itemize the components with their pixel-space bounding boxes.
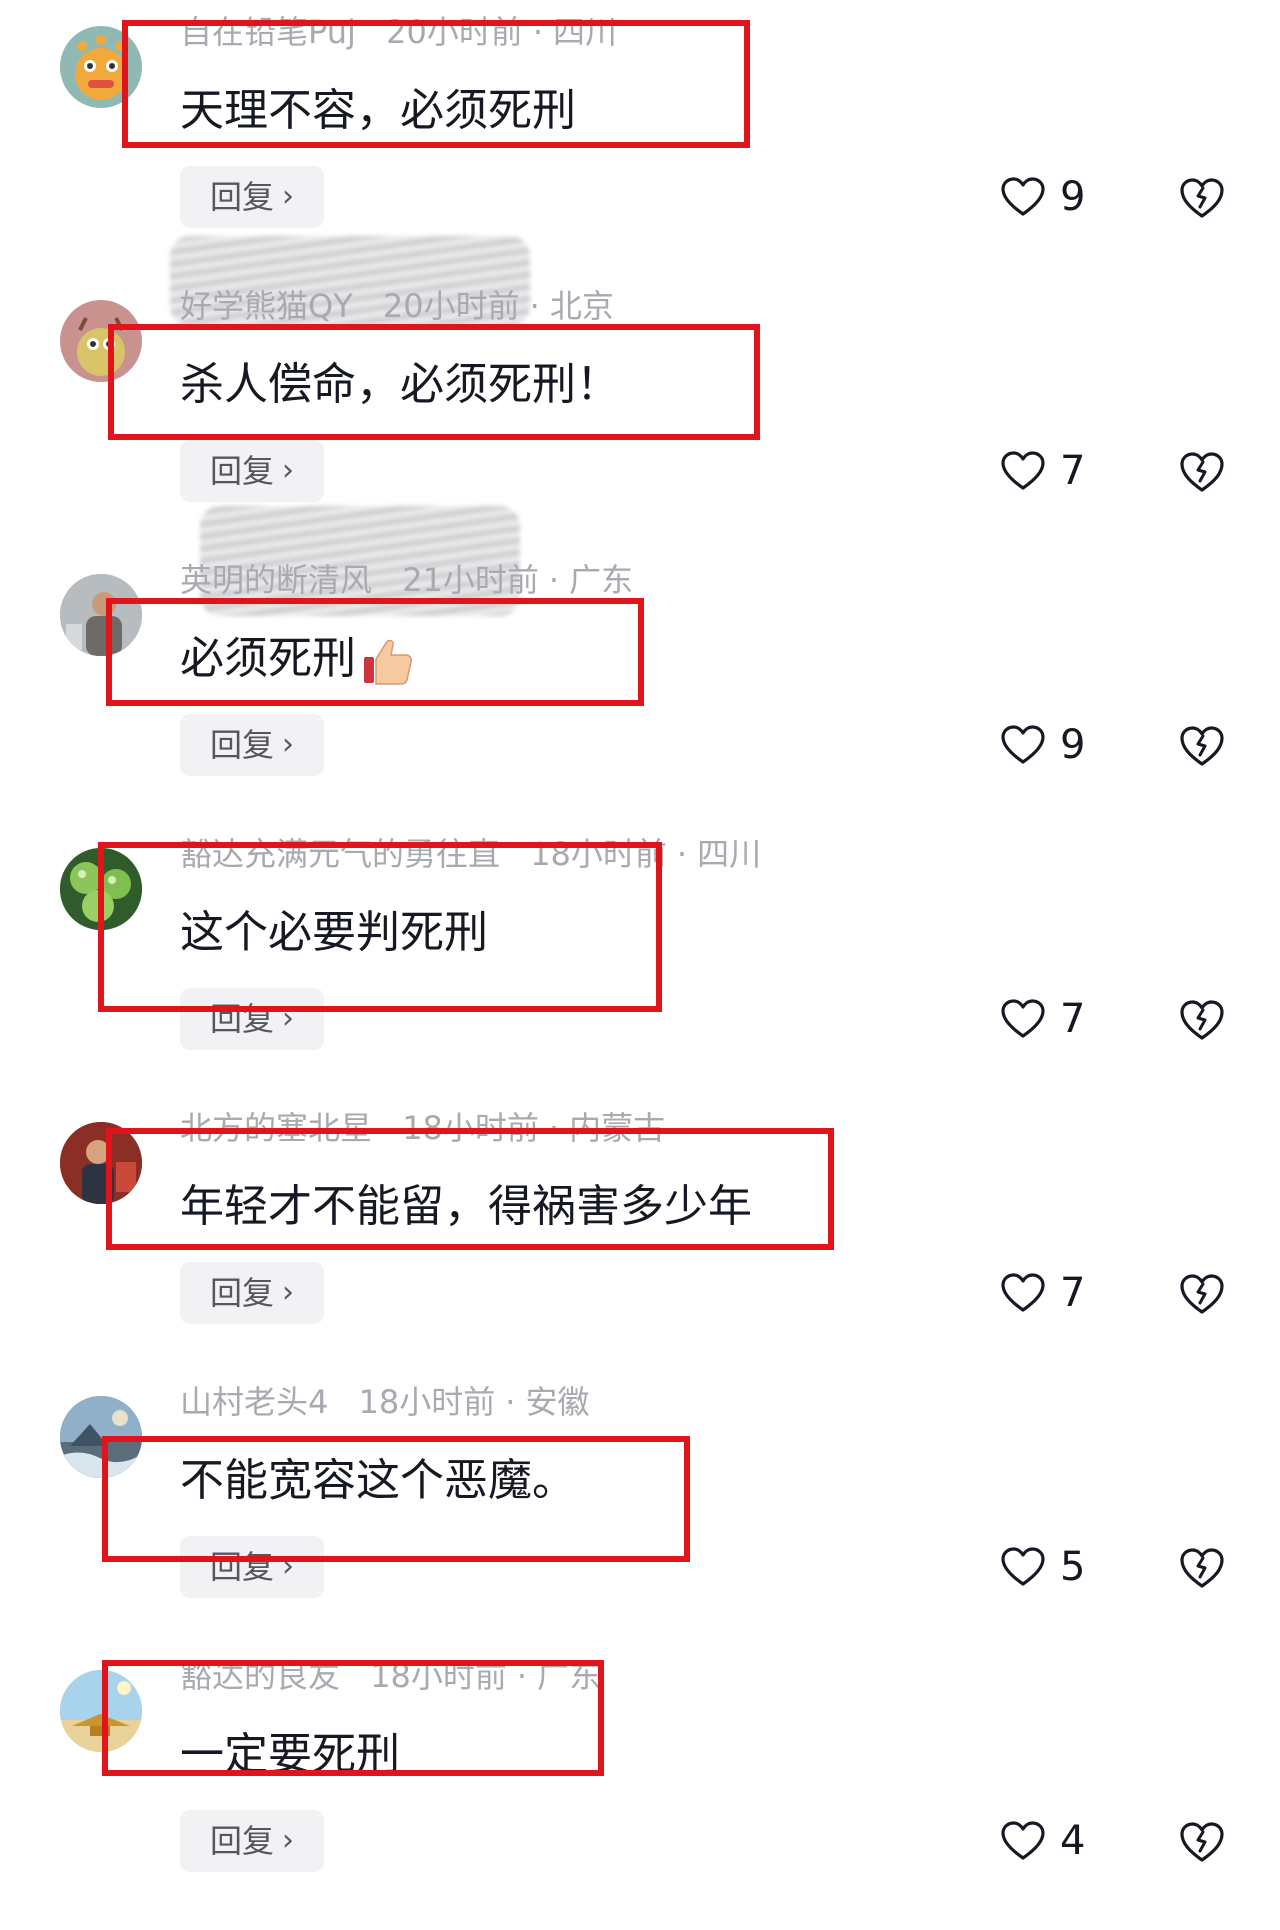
chevron-right-icon: › [282, 727, 294, 762]
chevron-right-icon: › [282, 1275, 294, 1310]
heart-outline-icon [1000, 1820, 1046, 1862]
heart-outline-icon [1000, 176, 1046, 218]
highlight-box [102, 1660, 604, 1776]
heart-outline-icon [1000, 724, 1046, 766]
like-count: 9 [1060, 722, 1086, 768]
highlight-box [102, 1436, 690, 1562]
like-button[interactable]: 7 [1000, 994, 1085, 1044]
username[interactable]: 英明的断清风 [180, 561, 372, 599]
like-button[interactable]: 9 [1000, 720, 1085, 770]
reply-label: 回复 [209, 726, 274, 764]
heart-outline-icon [1000, 1272, 1046, 1314]
comment-location: 安徽 [525, 1383, 590, 1421]
comment-meta: 山村老头4 18小时前 · 安徽 [180, 1383, 590, 1421]
reply-button[interactable]: 回复 › [180, 1262, 324, 1324]
dislike-button[interactable] [1178, 1546, 1226, 1590]
reply-label: 回复 [209, 1822, 274, 1860]
broken-heart-icon [1178, 1820, 1226, 1864]
heart-outline-icon [1000, 1546, 1046, 1588]
comment-list: 自在铅笔Puj 20小时前 · 四川 天理不容，必须死刑 回复 › 9 好学熊猫QY … [0, 0, 1280, 1872]
comment-item: 豁达的良友 18小时前 · 广东 一定要死刑 回复 › 4 [0, 1656, 1280, 1930]
chevron-right-icon: › [282, 179, 294, 214]
chevron-right-icon: › [282, 1823, 294, 1858]
comment-location: 广东 [569, 561, 634, 599]
comment-location: 四川 [697, 835, 762, 873]
comment-time: 21小时前 [402, 561, 539, 599]
like-count: 5 [1060, 1544, 1086, 1590]
like-button[interactable]: 4 [1000, 1816, 1085, 1866]
comment-meta: 英明的断清风 21小时前 · 广东 [180, 561, 634, 599]
reply-button[interactable]: 回复 › [180, 1810, 324, 1872]
heart-outline-icon [1000, 998, 1046, 1040]
like-count: 7 [1060, 996, 1086, 1042]
broken-heart-icon [1178, 1546, 1226, 1590]
comment-item: 英明的断清风 21小时前 · 广东 必须死刑 回复 › 9 [0, 506, 1280, 834]
highlight-box [106, 598, 644, 706]
reply-button[interactable]: 回复 › [180, 166, 324, 228]
dislike-button[interactable] [1178, 724, 1226, 768]
like-count: 4 [1060, 1818, 1086, 1864]
reply-button[interactable]: 回复 › [180, 440, 324, 502]
comment-item: 豁达充满元气的勇往直 18小时前 · 四川 这个必要判死刑 回复 › 7 [0, 834, 1280, 1108]
highlight-box [122, 20, 750, 148]
highlight-box [98, 842, 662, 1012]
like-button[interactable]: 9 [1000, 172, 1085, 222]
comment-time: 18小时前 [358, 1383, 496, 1421]
like-count: 7 [1060, 1270, 1086, 1316]
comment-item: 山村老头4 18小时前 · 安徽 不能宽容这个恶魔。 回复 › 5 [0, 1382, 1280, 1656]
dislike-button[interactable] [1178, 1820, 1226, 1864]
dislike-button[interactable] [1178, 176, 1226, 220]
highlight-box [106, 1128, 834, 1250]
chevron-right-icon: › [282, 453, 294, 488]
dislike-button[interactable] [1178, 998, 1226, 1042]
heart-outline-icon [1000, 450, 1046, 492]
username[interactable]: 山村老头4 [180, 1383, 328, 1421]
reply-button[interactable]: 回复 › [180, 714, 324, 776]
like-button[interactable]: 7 [1000, 1268, 1085, 1318]
comment-item: 好学熊猫QY 20小时前 · 北京 杀人偿命，必须死刑！ 回复 › 7 [0, 236, 1280, 560]
comment-meta: 好学熊猫QY 20小时前 · 北京 [180, 287, 614, 325]
broken-heart-icon [1178, 176, 1226, 220]
username[interactable]: 好学熊猫QY [180, 287, 353, 325]
comment-location: 北京 [549, 287, 614, 325]
broken-heart-icon [1178, 1272, 1226, 1316]
comment-item: 北方的塞北星 18小时前 · 内蒙古 年轻才不能留，得祸害多少年 回复 › 7 [0, 1108, 1280, 1382]
like-button[interactable]: 7 [1000, 446, 1085, 496]
dislike-button[interactable] [1178, 450, 1226, 494]
like-count: 9 [1060, 174, 1086, 220]
like-button[interactable]: 5 [1000, 1542, 1085, 1592]
reply-label: 回复 [209, 1274, 274, 1312]
reply-label: 回复 [209, 452, 274, 490]
broken-heart-icon [1178, 998, 1226, 1042]
dislike-button[interactable] [1178, 1272, 1226, 1316]
comment-time: 20小时前 [382, 287, 520, 325]
broken-heart-icon [1178, 724, 1226, 768]
like-count: 7 [1060, 448, 1086, 494]
broken-heart-icon [1178, 450, 1226, 494]
highlight-box [108, 324, 760, 440]
reply-label: 回复 [209, 178, 274, 216]
